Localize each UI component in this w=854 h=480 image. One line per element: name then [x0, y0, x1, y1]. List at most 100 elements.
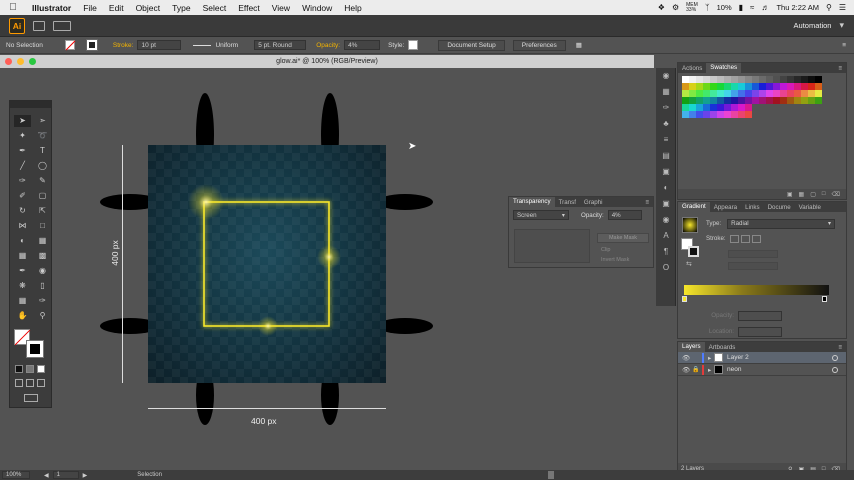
perspective-grid-tool-icon[interactable]: ▦	[34, 235, 51, 247]
color-swatch[interactable]	[773, 104, 780, 111]
stroke-color-icon[interactable]	[26, 340, 44, 358]
pen-tool-icon[interactable]: ✒	[14, 145, 31, 157]
color-swatch[interactable]	[815, 97, 822, 104]
color-swatch[interactable]	[703, 83, 710, 90]
lasso-tool-icon[interactable]: ➰	[34, 130, 51, 142]
color-swatch[interactable]	[780, 111, 787, 118]
stroke-across-icon[interactable]	[751, 234, 761, 243]
color-swatch[interactable]	[808, 90, 815, 97]
color-swatch[interactable]	[731, 83, 738, 90]
color-swatch[interactable]	[808, 111, 815, 118]
color-swatch[interactable]	[738, 104, 745, 111]
draw-inside-icon[interactable]	[37, 379, 45, 387]
make-mask-button[interactable]: Make Mask	[597, 233, 649, 243]
tab-document-info[interactable]: Docume	[764, 204, 795, 211]
color-swatch[interactable]	[787, 90, 794, 97]
color-swatch[interactable]	[780, 90, 787, 97]
blob-brush-tool-icon[interactable]: ✐	[14, 190, 31, 202]
stroke-within-icon[interactable]	[729, 234, 739, 243]
color-swatch[interactable]	[682, 97, 689, 104]
color-swatch[interactable]	[766, 104, 773, 111]
stroke-along-icon[interactable]	[740, 234, 750, 243]
color-swatch[interactable]	[808, 104, 815, 111]
color-swatch[interactable]	[787, 104, 794, 111]
color-swatch[interactable]	[738, 83, 745, 90]
color-swatch[interactable]	[752, 90, 759, 97]
pathfinder-panel-icon[interactable]: ▣	[656, 164, 676, 180]
color-swatch[interactable]	[773, 83, 780, 90]
tab-layers[interactable]: Layers	[678, 342, 705, 352]
layer-row[interactable]: 👁 🔒 ▸ neon	[678, 364, 846, 376]
color-swatch[interactable]	[745, 76, 752, 83]
color-swatch[interactable]	[759, 90, 766, 97]
color-swatch[interactable]	[801, 83, 808, 90]
color-swatch[interactable]	[724, 104, 731, 111]
color-swatch[interactable]	[717, 104, 724, 111]
appearance-panel-icon[interactable]: ▣	[656, 196, 676, 212]
battery-percent[interactable]: 10%	[717, 3, 732, 12]
color-swatch[interactable]	[794, 97, 801, 104]
pencil-tool-icon[interactable]: ✎	[34, 175, 51, 187]
color-swatch[interactable]	[689, 83, 696, 90]
color-swatch[interactable]	[815, 104, 822, 111]
color-swatch[interactable]	[710, 111, 717, 118]
color-swatch[interactable]	[696, 97, 703, 104]
none-mode-icon[interactable]	[37, 365, 45, 373]
color-swatch[interactable]	[696, 111, 703, 118]
color-swatch[interactable]	[724, 111, 731, 118]
tab-artboards[interactable]: Artboards	[705, 344, 740, 351]
paragraph-panel-icon[interactable]: ¶	[656, 244, 676, 260]
color-swatch[interactable]	[759, 111, 766, 118]
color-swatch[interactable]	[738, 90, 745, 97]
color-swatch[interactable]	[780, 76, 787, 83]
tab-transform[interactable]: Transf	[555, 199, 580, 206]
color-swatch[interactable]	[710, 76, 717, 83]
color-swatch[interactable]	[752, 76, 759, 83]
shape-builder-tool-icon[interactable]: ◐	[14, 235, 31, 247]
color-panel-icon[interactable]: ◉	[656, 68, 676, 84]
color-swatch[interactable]	[801, 76, 808, 83]
color-swatch[interactable]	[710, 83, 717, 90]
gradient-aspect-field[interactable]	[728, 262, 778, 270]
neon-square[interactable]	[203, 201, 330, 327]
color-swatch[interactable]	[752, 111, 759, 118]
tab-links[interactable]: Links	[741, 204, 763, 211]
artboard-tool-icon[interactable]: ▦	[14, 295, 31, 307]
draw-normal-icon[interactable]	[15, 379, 23, 387]
gradient-tool-icon[interactable]: ▩	[34, 250, 51, 262]
new-swatch-icon[interactable]: □	[822, 191, 826, 197]
rotate-tool-icon[interactable]: ↻	[14, 205, 31, 217]
color-swatch[interactable]	[682, 83, 689, 90]
color-swatch[interactable]	[801, 104, 808, 111]
visibility-eye-icon[interactable]: 👁	[682, 366, 692, 374]
color-swatch[interactable]	[773, 97, 780, 104]
color-swatch[interactable]	[808, 76, 815, 83]
color-swatch[interactable]	[794, 111, 801, 118]
spotlight-icon[interactable]: ⚲	[826, 3, 832, 12]
zoom-tool-icon[interactable]: ⚲	[34, 310, 51, 322]
color-swatch[interactable]	[780, 97, 787, 104]
color-swatch[interactable]	[703, 90, 710, 97]
align-panel-icon[interactable]: ▤	[656, 148, 676, 164]
color-swatch[interactable]	[794, 76, 801, 83]
draw-behind-icon[interactable]	[26, 379, 34, 387]
invert-mask-checkbox[interactable]: Invert Mask	[593, 255, 629, 264]
color-swatch[interactable]	[794, 104, 801, 111]
gradient-fill-swatch[interactable]	[688, 246, 699, 257]
mesh-tool-icon[interactable]: ▦	[14, 250, 31, 262]
color-swatch[interactable]	[780, 104, 787, 111]
color-swatch[interactable]	[773, 111, 780, 118]
scale-tool-icon[interactable]: ⇱	[34, 205, 51, 217]
first-artboard-icon[interactable]: ◀	[44, 472, 49, 479]
transparency-opacity-field[interactable]: 4%	[607, 210, 642, 220]
character-panel-icon[interactable]: A	[656, 228, 676, 244]
opentype-panel-icon[interactable]: O	[656, 260, 676, 276]
color-swatch[interactable]	[801, 90, 808, 97]
color-swatch[interactable]	[682, 111, 689, 118]
color-swatch[interactable]	[759, 104, 766, 111]
notification-center-icon[interactable]: ☰	[839, 3, 846, 12]
color-swatch[interactable]	[759, 97, 766, 104]
color-swatch[interactable]	[759, 76, 766, 83]
ellipse-tool-icon[interactable]: ◯	[34, 160, 51, 172]
gradient-angle-field[interactable]	[728, 250, 778, 258]
